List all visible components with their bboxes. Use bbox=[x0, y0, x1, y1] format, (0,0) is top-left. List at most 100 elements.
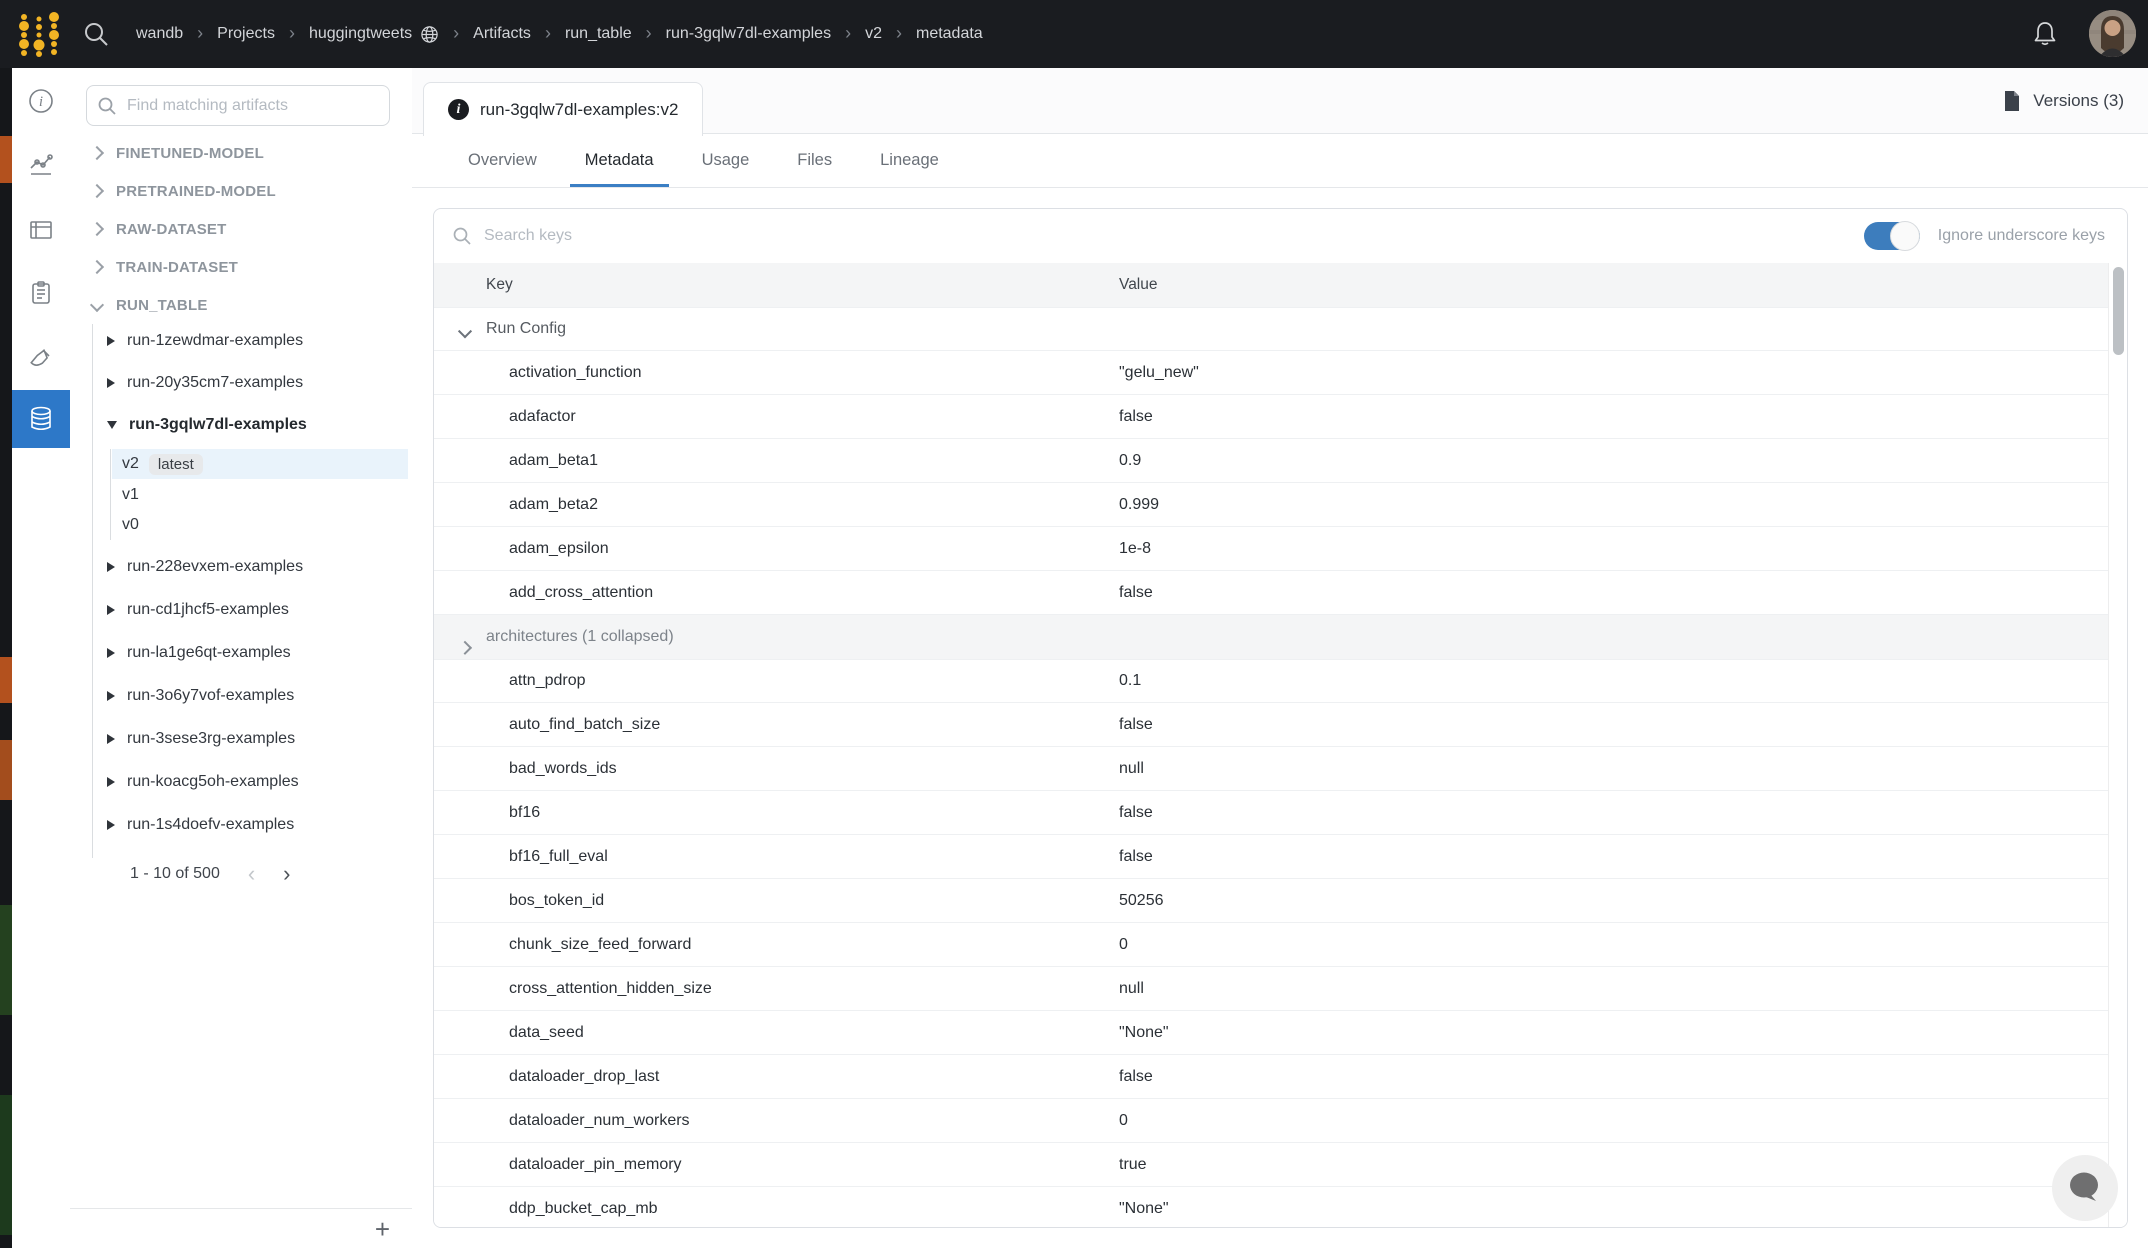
chevron-right-icon bbox=[90, 146, 104, 160]
table-row: dataloader_num_workers0 bbox=[434, 1099, 2109, 1143]
sidebar-run-item[interactable]: run-la1ge6qt-examples bbox=[70, 632, 412, 674]
table-row: cross_attention_hidden_sizenull bbox=[434, 967, 2109, 1011]
breadcrumb-separator: › bbox=[896, 24, 902, 42]
sidebar-run-item[interactable]: run-1zewdmar-examples bbox=[70, 320, 412, 362]
sidebar-run-item[interactable]: run-3sese3rg-examples bbox=[70, 718, 412, 760]
version-item-v2[interactable]: v2 latest bbox=[112, 449, 408, 479]
table-row: adam_beta10.9 bbox=[434, 439, 2109, 483]
table-group-row[interactable]: Run Config bbox=[434, 307, 2109, 351]
app-window: wandb › Projects › huggingtweets › Artif… bbox=[0, 0, 2148, 1248]
table-row: chunk_size_feed_forward0 bbox=[434, 923, 2109, 967]
ignore-underscore-toggle[interactable] bbox=[1864, 222, 1920, 250]
metadata-search-row: Ignore underscore keys bbox=[434, 209, 2127, 263]
table-row: dataloader_drop_lastfalse bbox=[434, 1055, 2109, 1099]
metadata-table: Key Value Run Config activation_function… bbox=[434, 263, 2109, 1228]
chat-bubble-icon bbox=[2066, 1170, 2104, 1206]
sidebar-run-item-selected[interactable]: run-3gqlw7dl-examples bbox=[70, 404, 412, 446]
sidebar-run-item[interactable]: run-20y35cm7-examples bbox=[70, 362, 412, 404]
breadcrumb-item[interactable]: v2 bbox=[865, 25, 882, 43]
overview-info-icon[interactable]: i bbox=[12, 75, 70, 127]
breadcrumb-item[interactable]: huggingtweets bbox=[309, 25, 439, 44]
document-icon bbox=[2001, 89, 2023, 113]
sidebar-run-item[interactable]: run-koacg5oh-examples bbox=[70, 761, 412, 803]
table-row: bos_token_id50256 bbox=[434, 879, 2109, 923]
breadcrumb-separator: › bbox=[289, 24, 295, 42]
table-row: bad_words_idsnull bbox=[434, 747, 2109, 791]
sidebar-category-finetuned-model[interactable]: FINETUNED-MODEL bbox=[70, 134, 412, 172]
artifact-search-box[interactable] bbox=[86, 85, 390, 126]
table-row: adam_epsilon1e-8 bbox=[434, 527, 2109, 571]
table-group-row[interactable]: architectures (1 collapsed) bbox=[434, 615, 2109, 659]
tab-metadata[interactable]: Metadata bbox=[570, 134, 669, 187]
sidebar-category-pretrained-model[interactable]: PRETRAINED-MODEL bbox=[70, 172, 412, 210]
breadcrumb-item[interactable]: Artifacts bbox=[473, 25, 531, 43]
versions-button[interactable]: Versions (3) bbox=[2001, 68, 2124, 134]
user-avatar[interactable] bbox=[2089, 10, 2136, 57]
artifact-version-tab[interactable]: i run-3gqlw7dl-examples:v2 bbox=[423, 82, 703, 136]
breadcrumb-item[interactable]: wandb bbox=[136, 25, 183, 43]
triangle-right-icon bbox=[107, 820, 115, 830]
artifacts-database-icon[interactable] bbox=[12, 390, 70, 448]
tables-icon[interactable] bbox=[12, 204, 70, 256]
tab-overview[interactable]: Overview bbox=[453, 134, 552, 187]
sidebar-run-item[interactable]: run-1s4doefv-examples bbox=[70, 804, 412, 846]
sidebar-category-raw-dataset[interactable]: RAW-DATASET bbox=[70, 210, 412, 248]
metadata-search-input[interactable] bbox=[482, 226, 1854, 246]
reports-icon[interactable] bbox=[12, 267, 70, 319]
sidebar-category-train-dataset[interactable]: TRAIN-DATASET bbox=[70, 248, 412, 286]
triangle-right-icon bbox=[107, 378, 115, 388]
triangle-right-icon bbox=[107, 734, 115, 744]
version-item-v1[interactable]: v1 bbox=[112, 480, 408, 510]
scrollbar-track[interactable] bbox=[2108, 263, 2127, 1227]
table-row: bf16false bbox=[434, 791, 2109, 835]
artifact-search-input[interactable] bbox=[125, 96, 379, 116]
table-row: dataloader_pin_memorytrue bbox=[434, 1143, 2109, 1187]
pagination-prev-button[interactable]: ‹ bbox=[248, 863, 255, 885]
charts-icon[interactable] bbox=[12, 139, 70, 191]
breadcrumb-item[interactable]: Projects bbox=[217, 25, 275, 43]
pagination-next-button[interactable]: › bbox=[283, 863, 290, 885]
chevron-right-icon bbox=[90, 260, 104, 274]
globe-icon bbox=[420, 25, 439, 44]
help-chat-button[interactable] bbox=[2052, 1155, 2118, 1221]
sweeps-broom-icon[interactable] bbox=[12, 332, 70, 384]
left-icon-rail: i bbox=[12, 68, 71, 1248]
chevron-right-icon bbox=[460, 637, 470, 655]
column-header-value: Value bbox=[1119, 276, 1158, 294]
metadata-panel: Ignore underscore keys Key Value Run Con… bbox=[433, 208, 2128, 1228]
breadcrumb-separator: › bbox=[453, 24, 459, 42]
sidebar-run-item[interactable]: run-3o6y7vof-examples bbox=[70, 675, 412, 717]
chevron-right-icon bbox=[90, 222, 104, 236]
tab-files[interactable]: Files bbox=[782, 134, 847, 187]
sidebar-run-item[interactable]: run-228evxem-examples bbox=[70, 546, 412, 588]
triangle-right-icon bbox=[107, 648, 115, 658]
version-guide-line bbox=[110, 449, 111, 540]
table-row: add_cross_attentionfalse bbox=[434, 571, 2109, 615]
search-icon bbox=[97, 96, 117, 116]
breadcrumb-item[interactable]: metadata bbox=[916, 25, 983, 43]
scrollbar-thumb[interactable] bbox=[2113, 267, 2124, 355]
pagination-range: 1 - 10 of 500 bbox=[130, 865, 220, 883]
table-row: ddp_bucket_cap_mb"None" bbox=[434, 1187, 2109, 1228]
search-icon[interactable] bbox=[82, 20, 110, 48]
sidebar-run-item[interactable]: run-cd1jhcf5-examples bbox=[70, 589, 412, 631]
sidebar-category-run-table[interactable]: RUN_TABLE bbox=[70, 286, 412, 324]
tab-usage[interactable]: Usage bbox=[687, 134, 765, 187]
artifact-sidebar: FINETUNED-MODEL PRETRAINED-MODEL RAW-DAT… bbox=[70, 68, 413, 1248]
add-artifact-button[interactable]: + bbox=[375, 1216, 390, 1242]
breadcrumb-separator: › bbox=[197, 24, 203, 42]
breadcrumb-item[interactable]: run-3gqlw7dl-examples bbox=[666, 25, 831, 43]
breadcrumb-item[interactable]: run_table bbox=[565, 25, 632, 43]
background-window-strip bbox=[0, 68, 12, 1248]
notifications-bell-icon[interactable] bbox=[2030, 19, 2060, 49]
triangle-right-icon bbox=[107, 691, 115, 701]
column-header-key: Key bbox=[486, 276, 513, 294]
top-bar: wandb › Projects › huggingtweets › Artif… bbox=[0, 0, 2148, 68]
chevron-down-icon bbox=[460, 329, 470, 347]
chevron-down-icon bbox=[90, 298, 104, 312]
sidebar-footer: + bbox=[70, 1208, 412, 1248]
triangle-down-icon bbox=[107, 421, 117, 429]
version-item-v0[interactable]: v0 bbox=[112, 510, 408, 540]
wandb-logo[interactable] bbox=[14, 9, 64, 59]
tab-lineage[interactable]: Lineage bbox=[865, 134, 954, 187]
